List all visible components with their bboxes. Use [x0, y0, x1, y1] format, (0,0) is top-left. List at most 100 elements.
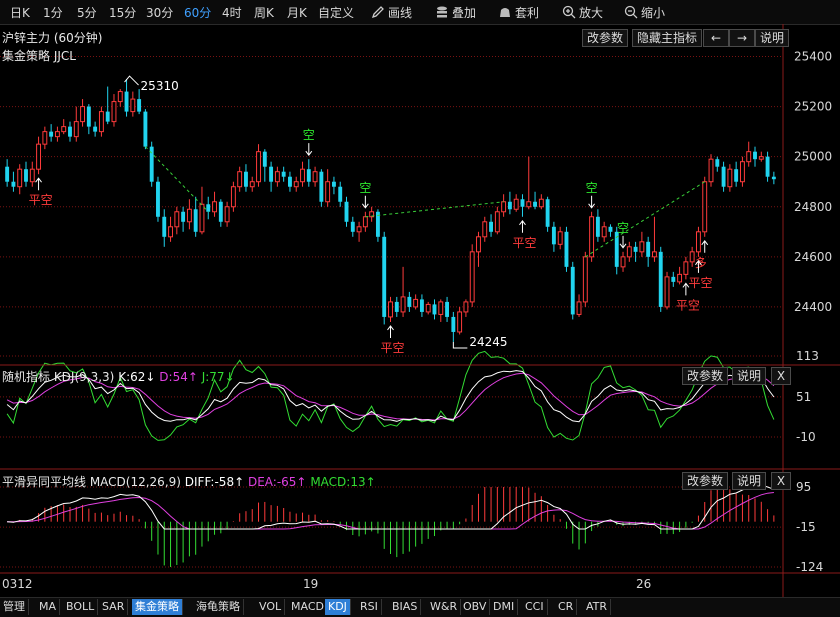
- period-monthly[interactable]: 月K: [287, 4, 307, 21]
- signal-arrow-down: [588, 195, 596, 209]
- indicator-tab[interactable]: 管理: [0, 599, 29, 615]
- draw-line-button[interactable]: 画线: [371, 4, 412, 21]
- candle-body-up: [664, 276, 670, 308]
- indicator-tab[interactable]: BOLL: [63, 599, 99, 615]
- candle-body-up: [689, 251, 695, 263]
- overlay-button[interactable]: 叠加: [435, 4, 476, 21]
- next-button[interactable]: →: [729, 29, 755, 47]
- arbitrage-button[interactable]: 套利: [498, 4, 539, 21]
- indicator-tab[interactable]: W&R: [427, 599, 462, 615]
- indicator-tab[interactable]: OBV: [460, 599, 491, 615]
- main-params-button[interactable]: 改参数: [582, 29, 629, 47]
- period-4h[interactable]: 4时: [222, 4, 242, 21]
- kdj-help-button[interactable]: 说明: [732, 367, 767, 385]
- candle-body-up: [683, 261, 689, 275]
- candle-body-down: [244, 171, 248, 187]
- macd-y-tick: 95: [796, 480, 811, 494]
- period-weekly[interactable]: 周K: [254, 4, 274, 21]
- indicator-tab[interactable]: SAR: [99, 599, 129, 615]
- kdj-header: 随机指标 KDJ(9,3,3) K:62↓ D:54↑ J:77↓: [2, 368, 235, 385]
- zoom-out-button[interactable]: 缩小: [624, 4, 665, 21]
- signal-arrow-up: [387, 325, 394, 338]
- candle-body-down: [734, 169, 739, 182]
- indicator-tab[interactable]: DMI: [490, 599, 519, 615]
- period-5min[interactable]: 5分: [77, 4, 97, 21]
- candle-body-down: [181, 211, 186, 222]
- candle-body-up: [400, 296, 406, 313]
- candle-body-up: [274, 171, 280, 183]
- indicator-tab[interactable]: CR: [555, 599, 578, 615]
- macd-y-tick: -15: [796, 520, 816, 534]
- candle-body-down: [93, 126, 98, 132]
- indicator-tab[interactable]: VOL: [256, 599, 286, 615]
- candle-body-up: [362, 216, 368, 228]
- indicator-tabbar: 管理 MA BOLL SAR 集金策略 海龟策略 VOL MACD KDJ RSI BIAS W&R O…: [0, 597, 840, 617]
- main-y-tick: 25200: [794, 100, 832, 114]
- indicator-tab[interactable]: ATR: [583, 599, 612, 615]
- candle-body-down: [269, 166, 274, 182]
- candle-body-up: [582, 256, 588, 303]
- candle-body-down: [350, 221, 355, 232]
- candle-body-down: [432, 304, 437, 315]
- indicator-tab[interactable]: MA: [36, 599, 61, 615]
- period-daily[interactable]: 日K: [10, 4, 30, 21]
- candle-body-up: [739, 161, 745, 183]
- hide-main-indicator-button[interactable]: 隐藏主指标: [632, 29, 703, 47]
- macd-params-button[interactable]: 改参数: [682, 472, 729, 490]
- bag-icon: [500, 8, 510, 17]
- candle-body-up: [42, 131, 48, 145]
- prev-button[interactable]: ←: [703, 29, 729, 47]
- period-custom[interactable]: 自定义: [318, 4, 354, 21]
- period-60min[interactable]: 60分: [184, 4, 211, 21]
- draw-line-label: 画线: [388, 6, 413, 20]
- macd-help-button[interactable]: 说明: [732, 472, 767, 490]
- candle-body-up: [80, 106, 86, 123]
- candle-body-down: [124, 91, 129, 112]
- period-15min[interactable]: 15分: [109, 4, 136, 21]
- indicator-tab[interactable]: MACD: [288, 599, 328, 615]
- candle-body-down: [489, 221, 494, 232]
- candle-body-down: [646, 241, 651, 257]
- kdj-close-button[interactable]: X: [771, 367, 791, 385]
- kdj-j-value: J:77↓: [201, 370, 235, 384]
- macd-close-button[interactable]: X: [771, 472, 791, 490]
- candle-body-up: [501, 201, 507, 213]
- macd-y-tick: -124: [796, 560, 823, 574]
- candle-body-down: [564, 231, 569, 267]
- indicator-tab[interactable]: KDJ: [325, 599, 351, 615]
- candle-body-down: [671, 276, 676, 282]
- main-help-button[interactable]: 说明: [755, 29, 790, 47]
- signal-dash-line: [365, 201, 504, 218]
- candle-body-down: [319, 171, 324, 202]
- candle-body-up: [463, 301, 469, 313]
- candle-body-up: [256, 151, 261, 183]
- candle-body-down: [551, 226, 556, 245]
- zoom-out-icon: [624, 5, 638, 19]
- indicator-tab[interactable]: CCI: [522, 599, 548, 615]
- candle-body-down: [156, 181, 160, 217]
- chart-area[interactable]: 2531024245平空空空平空平空空空平空多平空 25400252002500…: [0, 24, 840, 597]
- candle-body-down: [306, 169, 311, 182]
- candle-body-down: [5, 166, 10, 182]
- indicator-tab[interactable]: BIAS: [389, 599, 422, 615]
- axis-labels: 25400 25200 25000 24800 24600 24400 113 51 -10 95…: [2, 50, 832, 591]
- candle-body-up: [312, 171, 318, 183]
- candle-body-up: [54, 131, 60, 138]
- indicator-tab[interactable]: 集金策略: [132, 599, 183, 615]
- signal-arrow-up: [35, 177, 42, 191]
- period-toolbar: 日K 1分 5分 15分 30分 60分 4时 周K 月K 自定义 画线 叠加 …: [0, 0, 840, 25]
- indicator-tab[interactable]: RSI: [357, 599, 382, 615]
- candle-body-down: [262, 151, 267, 167]
- candle-body-up: [457, 311, 463, 333]
- candle-body-down: [608, 226, 613, 232]
- indicator-tab[interactable]: 海龟策略: [193, 599, 244, 615]
- period-1min[interactable]: 1分: [43, 4, 63, 21]
- zoom-in-button[interactable]: 放大: [562, 4, 603, 21]
- candle-body-down: [281, 171, 286, 177]
- strategy-label: 集金策略 JJCL: [2, 49, 76, 63]
- signal-label: 平空: [29, 193, 53, 207]
- period-30min[interactable]: 30分: [146, 4, 173, 21]
- candle-body-up: [293, 181, 299, 188]
- kdj-params-button[interactable]: 改参数: [682, 367, 729, 385]
- candle-body-up: [469, 251, 475, 303]
